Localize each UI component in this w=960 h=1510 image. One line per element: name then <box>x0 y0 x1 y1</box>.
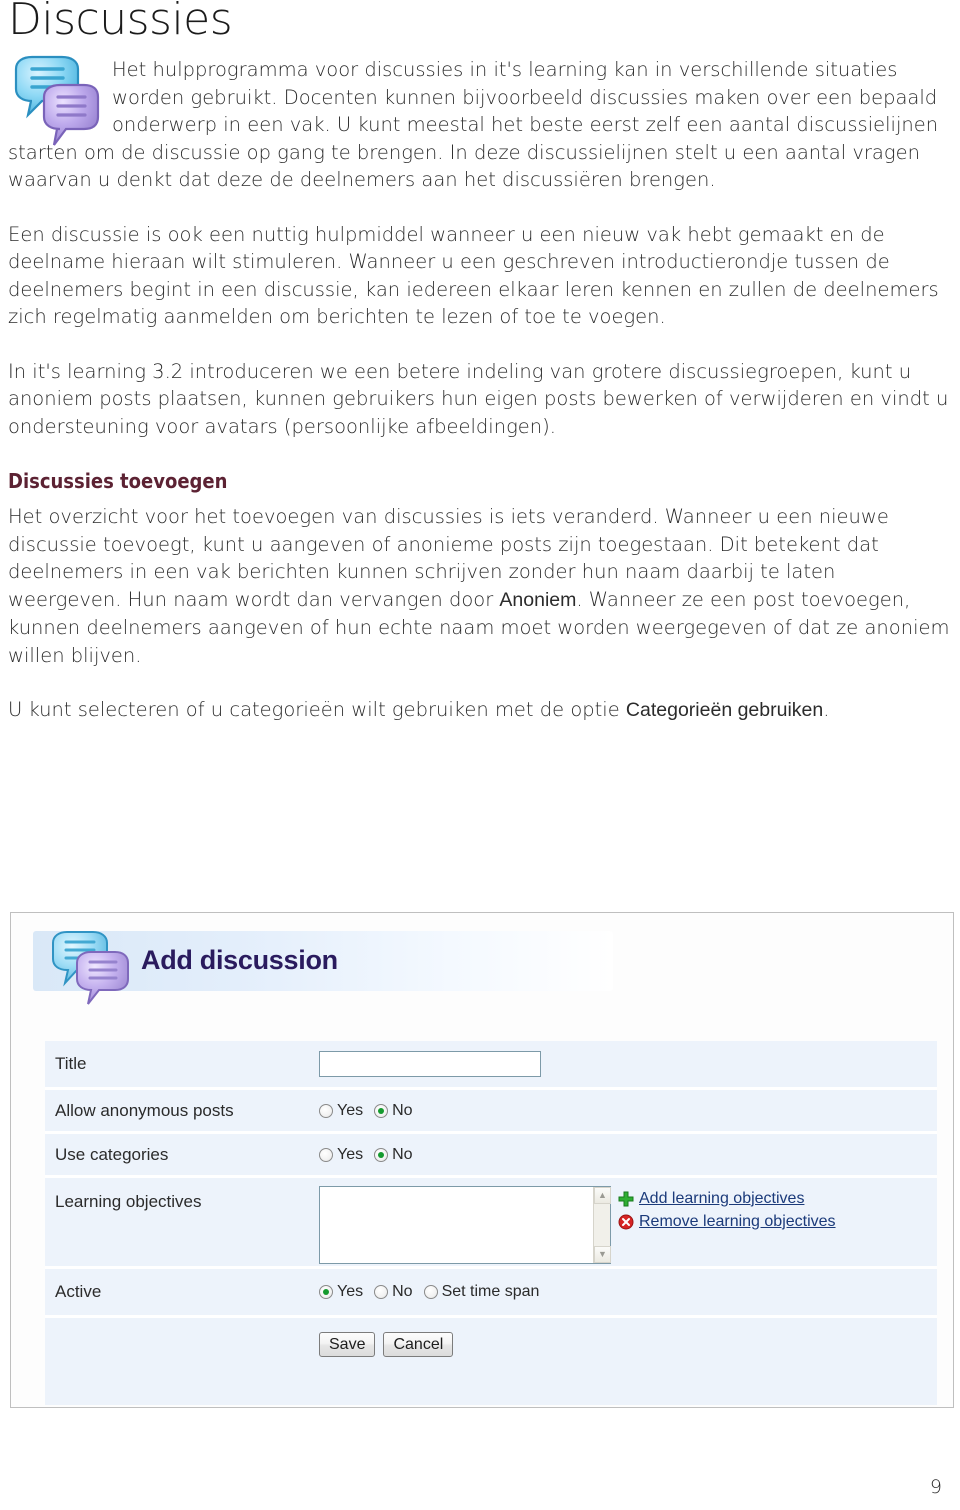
radio-button-icon[interactable] <box>319 1103 333 1118</box>
learning-objectives-listbox[interactable]: ▲ ▼ <box>319 1186 611 1264</box>
radio-cat-yes-label: Yes <box>337 1145 364 1163</box>
save-button[interactable]: Save <box>319 1332 376 1357</box>
paragraph-categories: U kunt selecteren of u categorieën wilt … <box>8 696 952 725</box>
radio-anon-yes[interactable]: Yes <box>319 1102 363 1120</box>
form-row-title: Title <box>45 1041 937 1090</box>
form-footer-spacer <box>45 1371 937 1405</box>
app-screenshot-add-discussion: Add discussion Title Allow anonymous pos… <box>10 912 954 1408</box>
form-row-learning-objectives: Learning objectives ▲ ▼ Add learning obj… <box>45 1178 937 1269</box>
add-discussion-form: Title Allow anonymous posts Yes No Use c… <box>45 1041 937 1405</box>
paragraph-anonymous: Het overzicht voor het toevoegen van dis… <box>8 503 952 669</box>
icon-text-wrap-spacer <box>8 56 112 134</box>
form-row-allow-anonymous-posts: Allow anonymous posts Yes No <box>45 1090 937 1134</box>
title-input[interactable] <box>319 1051 541 1077</box>
form-row-use-categories: Use categories Yes No <box>45 1134 937 1178</box>
add-learning-objectives-label: Add learning objectives <box>639 1189 805 1207</box>
radio-button-selected-icon[interactable] <box>319 1285 333 1299</box>
paragraph-categories-part1: U kunt selecteren of u categorieën wilt … <box>8 698 626 721</box>
paragraph-categories-part2: . <box>823 698 830 721</box>
radio-group-use-categories: Yes No <box>319 1146 422 1164</box>
green-plus-icon <box>618 1191 634 1207</box>
radio-active-yes-label: Yes <box>337 1283 364 1300</box>
radio-group-active: Yes No Set time span <box>319 1283 548 1301</box>
remove-learning-objectives-link[interactable]: Remove learning objectives <box>618 1210 836 1233</box>
cancel-button[interactable]: Cancel <box>383 1332 454 1357</box>
section-heading-add-discussions: Discussies toevoegen <box>8 469 228 493</box>
label-use-categories: Use categories <box>55 1144 169 1164</box>
radio-button-icon[interactable] <box>374 1285 389 1299</box>
panel-title: Add discussion <box>141 945 338 975</box>
radio-active-set-time-span[interactable]: Set time span <box>423 1283 540 1301</box>
paragraph-intro-text: Het hulpprogramma voor discussies in it'… <box>8 58 939 191</box>
page-title: Discussies <box>8 0 233 45</box>
add-learning-objectives-link[interactable]: Add learning objectives <box>618 1187 836 1210</box>
discussion-bubbles-icon <box>39 927 135 1009</box>
label-active: Active <box>55 1282 102 1301</box>
scroll-up-arrow-icon[interactable]: ▲ <box>594 1187 611 1204</box>
listbox-scrollbar[interactable]: ▲ ▼ <box>593 1187 611 1263</box>
radio-active-no[interactable]: No <box>374 1283 413 1301</box>
panel-header: Add discussion <box>33 931 613 1005</box>
emphasis-anoniem: Anoniem <box>499 588 577 611</box>
red-x-circle-icon <box>618 1214 634 1230</box>
remove-learning-objectives-label: Remove learning objectives <box>639 1212 836 1230</box>
label-allow-anonymous-posts: Allow anonymous posts <box>55 1100 234 1120</box>
article-body: Het hulpprogramma voor discussies in it'… <box>8 56 952 725</box>
label-learning-objectives: Learning objectives <box>55 1192 202 1211</box>
radio-anon-no[interactable]: No <box>374 1101 413 1120</box>
radio-button-selected-icon[interactable] <box>374 1103 389 1118</box>
label-title: Title <box>55 1054 87 1073</box>
radio-cat-no[interactable]: No <box>374 1145 413 1164</box>
radio-active-set-time-span-label: Set time span <box>441 1283 540 1300</box>
page-number: 9 <box>929 1476 942 1498</box>
radio-anon-yes-label: Yes <box>337 1101 364 1119</box>
paragraph-intro: Het hulpprogramma voor discussies in it'… <box>8 56 952 194</box>
scroll-down-arrow-icon[interactable]: ▼ <box>594 1246 611 1263</box>
paragraph-whatsnew: In it's learning 3.2 introduceren we een… <box>8 359 949 438</box>
radio-group-allow-anonymous-posts: Yes No <box>319 1102 422 1120</box>
radio-anon-no-label: No <box>392 1101 413 1119</box>
radio-cat-no-label: No <box>392 1145 413 1163</box>
form-row-actions: Save Cancel <box>45 1318 937 1371</box>
form-row-active: Active Yes No Set time span <box>45 1269 937 1318</box>
paragraph-usefulness: Een discussie is ook een nuttig hulpmidd… <box>8 222 939 329</box>
radio-button-selected-icon[interactable] <box>374 1147 389 1162</box>
radio-button-icon[interactable] <box>319 1147 333 1162</box>
emphasis-categorieen-gebruiken: Categorieën gebruiken <box>625 699 824 721</box>
radio-button-icon[interactable] <box>423 1285 438 1299</box>
radio-active-yes[interactable]: Yes <box>319 1283 363 1301</box>
radio-cat-yes[interactable]: Yes <box>319 1146 363 1164</box>
radio-active-no-label: No <box>392 1283 413 1300</box>
